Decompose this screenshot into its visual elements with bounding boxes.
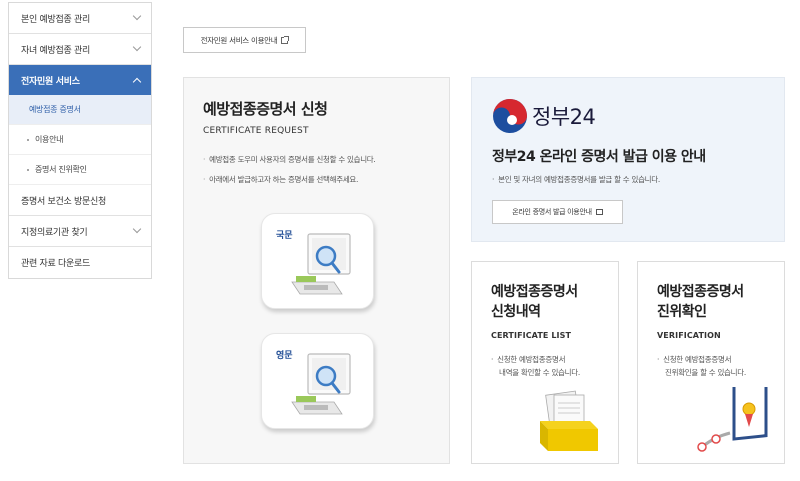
verification-title-line: 예방접종증명서: [657, 284, 744, 300]
verification-desc-line: 진위확인을 할 수 있습니다.: [665, 368, 746, 377]
certificate-list-desc-line: 내역을 확인할 수 있습니다.: [499, 368, 580, 377]
certificate-list-title-line: 신청내역: [491, 304, 541, 320]
gov24-logo: 정부24: [492, 98, 596, 134]
certificate-list-desc-line: 신청한 예방접종증명서: [497, 355, 566, 364]
verification-eng: VERIFICATION: [657, 331, 721, 340]
sidebar-submenu: 예방접종 증명서 이용안내 증명서 진위확인: [9, 95, 151, 185]
request-subtitle: CERTIFICATE REQUEST: [203, 126, 309, 136]
sidebar-item-label: 본인 예방접종 관리: [21, 14, 90, 25]
sidebar-item-label: 자녀 예방접종 관리: [21, 45, 90, 56]
sidebar-subitem-label: 이용안내: [35, 135, 64, 144]
online-issue-guide-button[interactable]: 온라인 증명서 발급 이용안내: [492, 200, 623, 224]
request-note: 예방접종 도우미 사용자의 증명서를 신청할 수 있습니다.: [203, 154, 448, 165]
korean-certificate-button[interactable]: 국문: [261, 213, 374, 309]
taegeuk-logo-icon: [493, 99, 527, 133]
sidebar-subitem-label: 증명서 진위확인: [35, 165, 87, 174]
verification-desc-line: 신청한 예방접종증명서: [663, 355, 732, 364]
request-note: 아래에서 발급하고자 하는 증명서를 선택해주세요.: [203, 174, 448, 185]
gov24-title: 정부24 온라인 증명서 발급 이용 안내: [492, 149, 706, 165]
sidebar-item-label: 지정의료기관 찾기: [21, 227, 88, 238]
gov24-brand: 정부24: [532, 105, 596, 129]
external-link-icon: [281, 35, 290, 44]
certificate-request-panel: 예방접종증명서 신청 CERTIFICATE REQUEST 예방접종 도우미 …: [183, 77, 450, 464]
gov24-panel: 정부24 정부24 온라인 증명서 발급 이용 안내 본인 및 자녀의 예방접종…: [471, 77, 785, 242]
chevron-up-icon: [132, 77, 142, 87]
service-guide-button[interactable]: 전자민원 서비스 이용안내: [183, 27, 306, 53]
sidebar-item-downloads[interactable]: 관련 자료 다운로드: [9, 247, 151, 278]
sidebar-item-visit-request[interactable]: 증명서 보건소 방문신청: [9, 185, 151, 216]
computer-search-icon: [291, 353, 351, 415]
certificate-list-title-line: 예방접종증명서: [491, 284, 578, 300]
sidebar-subitem-verification[interactable]: 증명서 진위확인: [9, 155, 151, 185]
request-notes: 예방접종 도우미 사용자의 증명서를 신청할 수 있습니다. 아래에서 발급하고…: [203, 154, 448, 194]
sidebar-item-self-vaccination[interactable]: 본인 예방접종 관리: [9, 3, 151, 34]
sidebar-subitem-label: 예방접종 증명서: [29, 105, 81, 114]
certificate-list-card[interactable]: 예방접종증명서 신청내역 CERTIFICATE LIST · 신청한 예방접종증…: [471, 261, 619, 464]
sidebar-subitem-certificate[interactable]: 예방접종 증명서: [9, 95, 151, 125]
verification-title-line: 진위확인: [657, 304, 707, 320]
sidebar-item-label: 관련 자료 다운로드: [21, 259, 90, 269]
sidebar-item-find-clinic[interactable]: 지정의료기관 찾기: [9, 216, 151, 247]
window-icon: [595, 209, 603, 215]
verification-title: 예방접종증명서 진위확인: [657, 282, 744, 322]
computer-search-icon: [291, 233, 351, 295]
gov24-description: 본인 및 자녀의 예방접종증명서를 발급 할 수 있습니다.: [492, 174, 660, 185]
chevron-down-icon: [132, 42, 142, 52]
sidebar-subitem-guide[interactable]: 이용안내: [9, 125, 151, 155]
sidebar-item-child-vaccination[interactable]: 자녀 예방접종 관리: [9, 34, 151, 65]
sidebar-item-label: 증명서 보건소 방문신청: [21, 196, 106, 207]
chevron-down-icon: [132, 224, 142, 234]
english-certificate-button[interactable]: 영문: [261, 333, 374, 429]
sidebar-item-e-civil-service[interactable]: 전자민원 서비스: [9, 65, 151, 95]
certificate-list-title: 예방접종증명서 신청내역: [491, 282, 578, 322]
bullet-icon: [27, 138, 29, 141]
request-title: 예방접종증명서 신청: [203, 100, 328, 118]
service-guide-label: 전자민원 서비스 이용안내: [200, 35, 278, 45]
document-box-icon: [540, 390, 598, 451]
certificate-verify-icon: [697, 387, 768, 452]
certificate-list-desc: · 신청한 예방접종증명서 내역을 확인할 수 있습니다.: [491, 355, 580, 377]
verification-card[interactable]: 예방접종증명서 진위확인 VERIFICATION · 신청한 예방접종증명서 진…: [637, 261, 785, 464]
online-issue-guide-label: 온라인 증명서 발급 이용안내: [512, 208, 592, 216]
sidebar: 본인 예방접종 관리 자녀 예방접종 관리 전자민원 서비스 예방접종 증명서 …: [8, 2, 152, 279]
chevron-down-icon: [132, 11, 142, 21]
certificate-list-eng: CERTIFICATE LIST: [491, 331, 572, 340]
sidebar-item-label: 전자민원 서비스: [21, 76, 80, 87]
bullet-icon: [27, 168, 29, 171]
verification-desc: · 신청한 예방접종증명서 진위확인을 할 수 있습니다.: [657, 355, 746, 377]
